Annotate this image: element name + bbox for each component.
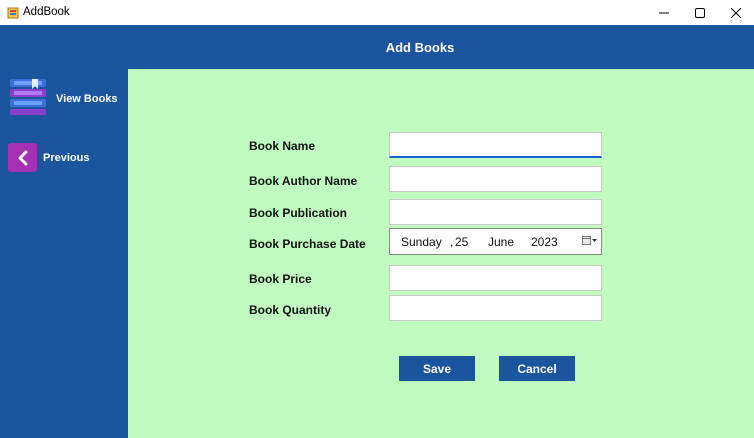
close-button[interactable] [718, 0, 754, 25]
date-month: June [488, 235, 515, 249]
book-app-icon [7, 6, 19, 19]
sidebar: View Books Previous [0, 69, 128, 438]
publication-input[interactable] [389, 199, 602, 225]
cancel-button[interactable]: Cancel [499, 356, 575, 381]
date-separator: , [450, 235, 454, 249]
save-button[interactable]: Save [399, 356, 475, 381]
window-titlebar: AddBook [0, 0, 754, 25]
minimize-icon [659, 12, 669, 13]
quantity-label: Book Quantity [249, 303, 332, 317]
price-label: Book Price [249, 272, 312, 286]
maximize-icon [695, 7, 705, 18]
main-form-area: Book Name Book Author Name Book Publicat… [128, 69, 754, 438]
window-title: AddBook [23, 6, 70, 18]
sidebar-item-label: View Books [56, 92, 118, 105]
author-name-input[interactable] [389, 166, 602, 192]
date-year: 2023 [531, 235, 558, 249]
chevron-left-icon [8, 143, 37, 172]
price-input[interactable] [389, 265, 602, 291]
sidebar-item-view-books[interactable]: View Books [8, 75, 118, 122]
purchase-date-picker[interactable]: Sunday , 25 June 2023 [389, 228, 602, 255]
quantity-input[interactable] [389, 295, 602, 321]
close-icon [731, 7, 741, 18]
author-name-label: Book Author Name [249, 174, 358, 188]
sidebar-item-previous[interactable]: Previous [8, 143, 89, 172]
sidebar-item-label: Previous [43, 151, 90, 164]
book-name-label: Book Name [249, 139, 316, 153]
books-stack-icon [8, 75, 50, 122]
date-day: 25 [455, 235, 469, 249]
date-weekday: Sunday [401, 235, 442, 249]
minimize-button[interactable] [646, 0, 682, 25]
publication-label: Book Publication [249, 206, 348, 220]
book-name-input[interactable] [389, 132, 602, 158]
calendar-dropdown-icon[interactable] [582, 235, 598, 249]
header-bar: Add Books [0, 25, 754, 69]
purchase-date-label: Book Purchase Date [249, 237, 366, 251]
page-title: Add Books [385, 40, 455, 55]
maximize-button[interactable] [682, 0, 718, 25]
